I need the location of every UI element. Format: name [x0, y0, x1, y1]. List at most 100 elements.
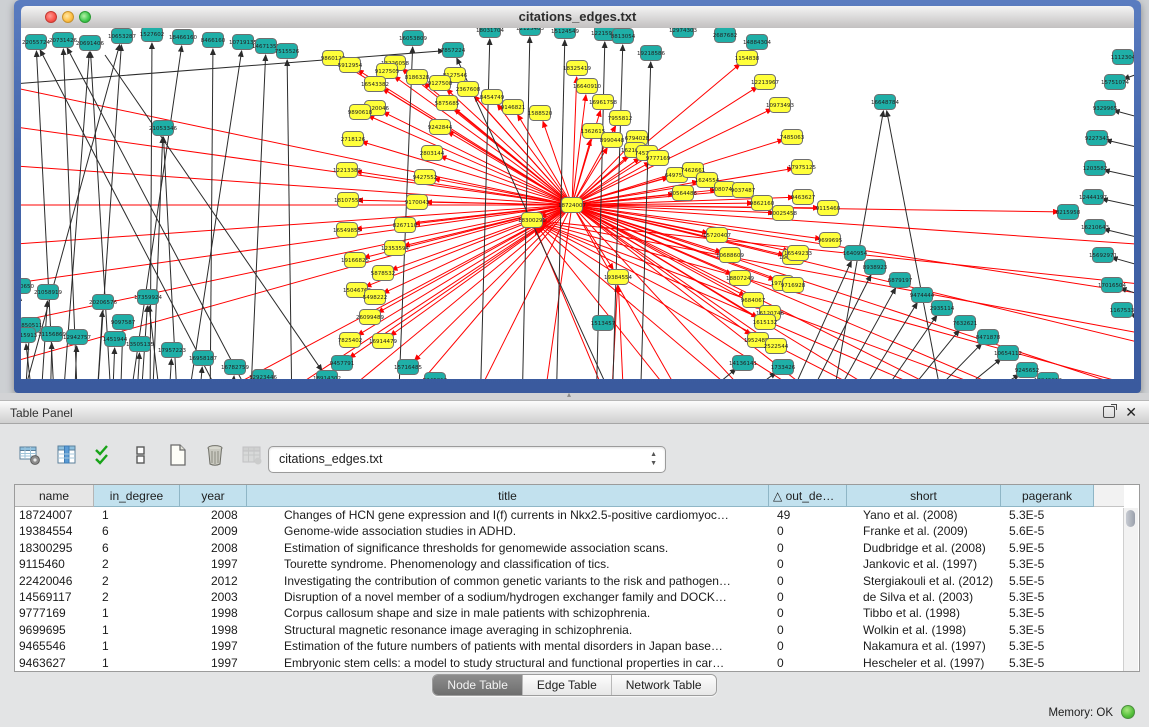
graph-node[interactable]: 16640910: [573, 79, 601, 94]
graph-node[interactable]: 17975125: [788, 160, 816, 175]
graph-node[interactable]: 9777169: [646, 151, 671, 166]
table-row[interactable]: 946554611997Estimation of the future num…: [15, 638, 1139, 654]
table-row[interactable]: 977716911998Corpus callosum shape and si…: [15, 605, 1139, 621]
graph-node[interactable]: 10654112: [994, 346, 1022, 361]
graph-node[interactable]: 9245012: [423, 373, 448, 380]
column-header-pagerank[interactable]: pagerank: [1001, 485, 1094, 507]
close-panel-icon[interactable]: ✕: [1125, 404, 1137, 420]
graph-node[interactable]: 18466160: [169, 30, 197, 45]
graph-node[interactable]: 19384554: [604, 270, 632, 285]
graph-node[interactable]: 18107553: [334, 193, 362, 208]
table-row[interactable]: 2242004622012Investigating the contribut…: [15, 573, 1139, 589]
graph-node[interactable]: 8454749: [480, 90, 505, 105]
graph-node[interactable]: 1588520: [528, 106, 553, 121]
graph-node[interactable]: 26099489: [356, 310, 384, 325]
graph-node[interactable]: 1615132: [753, 315, 778, 330]
graph-nodes[interactable]: 1872400718300295193845542205572420731426…: [21, 28, 1134, 379]
graph-node[interactable]: 2687682: [713, 28, 738, 43]
column-edit-icon[interactable]: [55, 443, 79, 467]
graph-node[interactable]: 9245652: [1015, 363, 1040, 378]
graph-node[interactable]: 9427552: [413, 170, 438, 185]
graph-node[interactable]: 5878532: [371, 266, 396, 281]
graph-node[interactable]: 16053809: [399, 31, 427, 46]
graph-node[interactable]: 16782759: [221, 360, 249, 375]
graph-node[interactable]: 16648784: [871, 95, 899, 110]
graph-node[interactable]: 9115460: [816, 201, 841, 216]
graph-node[interactable]: 16961758: [589, 95, 617, 110]
table-row[interactable]: 1830029562008Estimation of significance …: [15, 540, 1139, 556]
graph-node[interactable]: 17957223: [158, 343, 186, 358]
graph-node[interactable]: 16958187: [189, 351, 217, 366]
graph-node[interactable]: 9329965: [1093, 101, 1118, 116]
graph-node[interactable]: 7825402: [338, 333, 363, 348]
graph-node[interactable]: 5875685: [435, 96, 460, 111]
graph-node[interactable]: 17016504: [1098, 278, 1126, 293]
graph-node[interactable]: 9699695: [818, 233, 843, 248]
graph-node[interactable]: 2935114: [930, 301, 955, 316]
graph-node[interactable]: 19218586: [637, 46, 665, 61]
graph-node[interactable]: 9037487: [731, 183, 756, 198]
graph-node[interactable]: 22055724: [22, 35, 50, 50]
graph-node[interactable]: 16549233: [784, 246, 812, 261]
graph-node[interactable]: 12945012: [1034, 373, 1062, 380]
graph-node[interactable]: 12974303: [669, 28, 697, 38]
column-header-in_degree[interactable]: in_degree: [94, 485, 180, 507]
graph-node[interactable]: 12125403: [516, 28, 544, 36]
graph-node[interactable]: 7857224: [441, 43, 466, 58]
table-row[interactable]: 911546021997Tourette syndrome. Phenomeno…: [15, 556, 1139, 572]
graph-node[interactable]: 9170043: [405, 195, 430, 210]
graph-node[interactable]: 1451944: [103, 332, 128, 347]
graph-node[interactable]: 8471878: [976, 330, 1001, 345]
graph-node[interactable]: 8938923: [863, 260, 888, 275]
tab-node-table[interactable]: Node Table: [433, 675, 523, 695]
table-row[interactable]: 1872400712008Changes of HCN gene express…: [15, 507, 1139, 523]
graph-node[interactable]: 9146821: [501, 100, 526, 115]
checkbox-list-icon[interactable]: [129, 443, 153, 467]
graph-node[interactable]: 1527602: [140, 28, 165, 42]
tab-network-table[interactable]: Network Table: [612, 675, 716, 695]
table-settings-icon[interactable]: [18, 443, 42, 467]
graph-node[interactable]: 8466160: [201, 33, 226, 48]
graph-node[interactable]: 1112304: [1111, 50, 1134, 65]
graph-node[interactable]: 9227343: [1085, 131, 1110, 146]
graph-node[interactable]: 10688609: [716, 248, 744, 263]
graph-node[interactable]: 9463627: [791, 190, 816, 205]
graph-node[interactable]: 1640954: [843, 246, 868, 261]
graph-node[interactable]: 18807249: [726, 271, 754, 286]
graph-node[interactable]: 15751074: [1101, 75, 1129, 90]
graph-node[interactable]: 19166825: [341, 253, 369, 268]
table-row[interactable]: 969969511998Structural magnetic resonanc…: [15, 622, 1139, 638]
graph-node[interactable]: 9127508: [428, 76, 453, 91]
divider-grip-icon[interactable]: ▴: [567, 390, 571, 399]
graph-node[interactable]: 17359924: [134, 290, 162, 305]
graph-node[interactable]: 20731426: [49, 33, 77, 48]
graph-node[interactable]: 5912954: [338, 58, 363, 73]
table-row[interactable]: 1938455462009Genome-wide association stu…: [15, 523, 1139, 539]
graph-node[interactable]: 20206576: [89, 295, 117, 310]
graph-node[interactable]: 16210643: [1081, 220, 1109, 235]
table-selector-dropdown[interactable]: citations_edges.txt ▲▼: [268, 446, 666, 473]
graph-node[interactable]: 1154838: [735, 51, 760, 66]
graph-node[interactable]: 18724007: [558, 198, 586, 213]
row-select-checks-icon[interactable]: [92, 443, 116, 467]
graph-node[interactable]: 9890618: [348, 105, 373, 120]
graph-node[interactable]: 10025458: [769, 206, 797, 221]
graph-node[interactable]: 12353594: [381, 241, 409, 256]
graph-node[interactable]: 16914479: [369, 334, 397, 349]
graph-node[interactable]: 9716928: [781, 278, 806, 293]
graph-node[interactable]: 3915913: [21, 328, 38, 343]
column-header-out_de[interactable]: △ out_de…: [769, 485, 847, 507]
graph-node[interactable]: 15720407: [703, 228, 731, 243]
graph-node[interactable]: 2522544: [764, 339, 789, 354]
graph-node[interactable]: 8990448: [600, 133, 625, 148]
graph-node[interactable]: 14136141: [729, 356, 757, 371]
graph-node[interactable]: 13505135: [126, 337, 154, 352]
graph-node[interactable]: 1733426: [771, 360, 796, 375]
table-row[interactable]: 946362711997Embryonic stem cells: a mode…: [15, 655, 1139, 671]
graph-node[interactable]: 6879197: [888, 273, 913, 288]
graph-node[interactable]: 7955812: [608, 111, 633, 126]
column-header-title[interactable]: title: [247, 485, 769, 507]
graph-node[interactable]: 9242844: [428, 120, 453, 135]
graph-node[interactable]: 20564486: [669, 186, 697, 201]
table-vertical-scrollbar[interactable]: [1123, 508, 1138, 671]
